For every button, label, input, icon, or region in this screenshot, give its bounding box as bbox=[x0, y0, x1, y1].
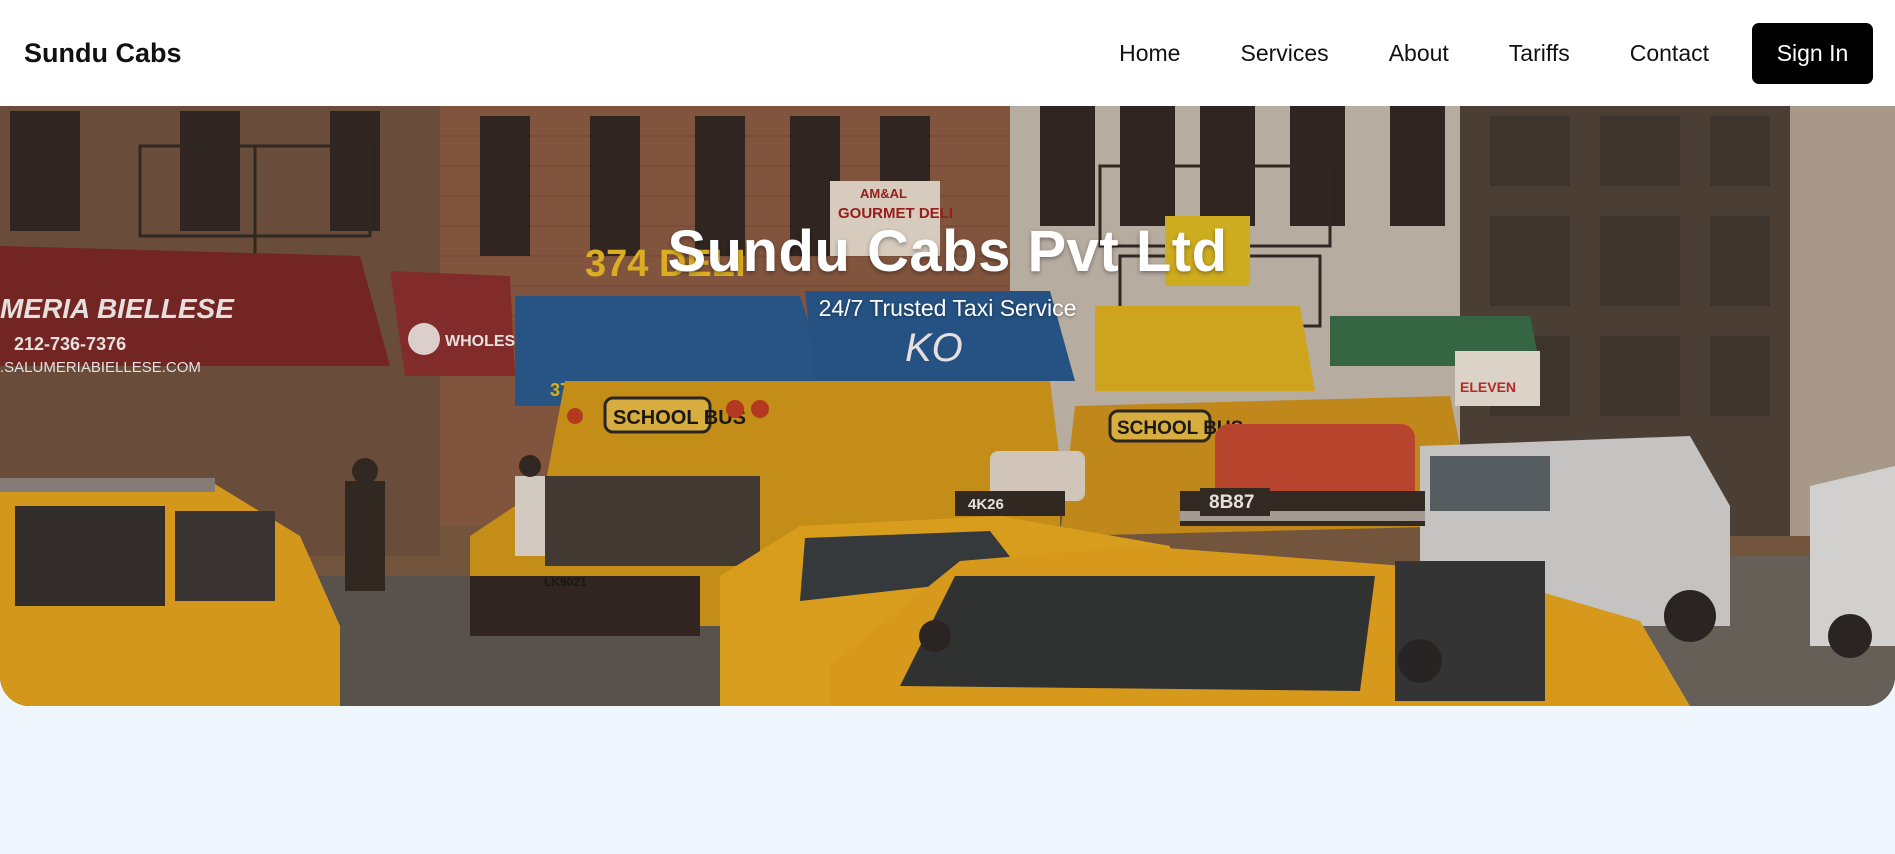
hero-overlay bbox=[0, 106, 1895, 706]
brand-logo[interactable]: Sundu Cabs bbox=[24, 38, 182, 69]
hero-title: Sundu Cabs Pvt Ltd bbox=[667, 219, 1228, 284]
nav-link-about[interactable]: About bbox=[1389, 40, 1449, 67]
hero-subtitle: 24/7 Trusted Taxi Service bbox=[818, 295, 1077, 321]
nav-link-contact[interactable]: Contact bbox=[1630, 40, 1709, 67]
hero-text: Sundu Cabs Pvt Ltd 24/7 Trusted Taxi Ser… bbox=[0, 218, 1895, 322]
nav-link-services[interactable]: Services bbox=[1240, 40, 1328, 67]
sign-in-button[interactable]: Sign In bbox=[1752, 22, 1873, 84]
navbar: Sundu Cabs Home Services About Tariffs C… bbox=[0, 0, 1895, 106]
nav-link-home[interactable]: Home bbox=[1119, 40, 1180, 67]
hero-banner: MERIA BIELLESE 212-736-7376 .SALUMERIABI… bbox=[0, 106, 1895, 706]
nav-link-tariffs[interactable]: Tariffs bbox=[1509, 40, 1570, 67]
nav-links: Home Services About Tariffs Contact Sign… bbox=[1119, 22, 1873, 84]
